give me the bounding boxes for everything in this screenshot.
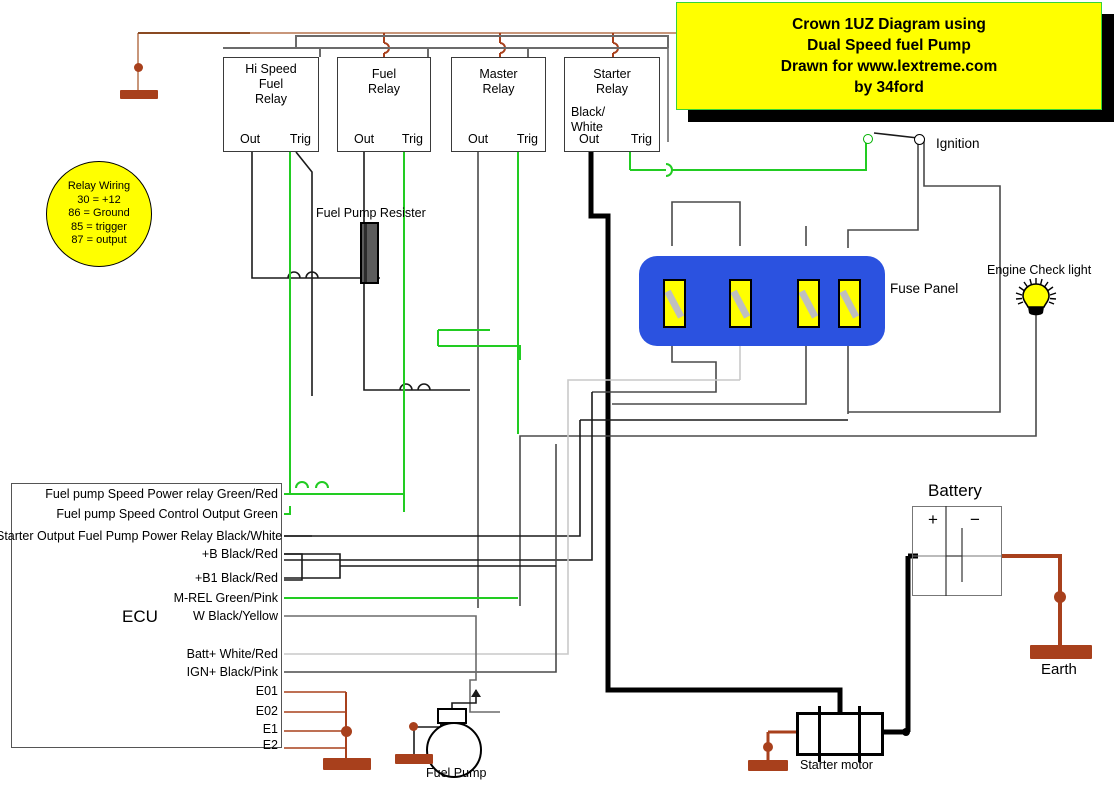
relay-master-label-1: Master: [479, 67, 518, 81]
ignition-terminal-right-icon[interactable]: [914, 134, 925, 145]
earth-label: Earth: [1041, 661, 1077, 678]
ecu-pin-fuel-pump-speed-control-output: Fuel pump Speed Control Output Green: [56, 507, 278, 521]
relay-starter-wire-color-1: Black/: [571, 105, 606, 119]
fuel-pump-ground-node-dot: [409, 722, 418, 731]
ecu-pin-e1: E1: [262, 722, 278, 736]
relay-starter-out-port: Out: [579, 132, 600, 146]
relay-wiring-legend: Relay Wiring 30 = +12 86 = Ground 85 = t…: [46, 161, 152, 267]
title-card: Crown 1UZ Diagram using Dual Speed fuel …: [676, 2, 1102, 110]
wiring-diagram-canvas: Crown 1UZ Diagram using Dual Speed fuel …: [0, 0, 1114, 786]
relay-hi-speed-fuel-label-3: Relay: [255, 92, 287, 106]
fuel-pump-label: Fuel Pump: [426, 766, 487, 780]
ignition-terminal-left-icon[interactable]: [863, 134, 873, 144]
fuse-2[interactable]: [729, 279, 752, 328]
relay-fuel-trig-port: Trig: [401, 132, 423, 146]
relay-fuel-out-port: Out: [354, 132, 375, 146]
legend-line-2: 30 = +12: [77, 193, 121, 206]
ecu-ground-symbol: [323, 758, 371, 770]
legend-line-1: Relay Wiring: [67, 180, 131, 193]
relay-hi-speed-fuel-out-port: Out: [240, 132, 261, 146]
ecu-pin-m-rel-green-pink: M-REL Green/Pink: [173, 591, 278, 605]
ecu-pin-w-black-yellow: W Black/Yellow: [193, 609, 278, 623]
fuel-pump-ground-symbol: [395, 754, 433, 764]
ecu-pin-e01: E01: [255, 684, 278, 698]
title-line-3: Drawn for www.lextreme.com: [780, 58, 998, 75]
fuel-pump-resister-label: Fuel Pump Resister: [316, 206, 426, 220]
title-line-1: Crown 1UZ Diagram using: [792, 16, 986, 33]
relay-master[interactable]: Master Relay Out Trig: [451, 57, 546, 152]
relay-master-out-port: Out: [468, 132, 489, 146]
relay-fuel-label-1: Fuel: [371, 67, 397, 81]
relay-master-label-2: Relay: [482, 82, 515, 96]
fuse-1[interactable]: [663, 279, 686, 328]
starter-motor-brush-2: [858, 706, 861, 762]
ground-symbol-topleft: [120, 90, 158, 99]
starter-motor-brush-1: [818, 706, 821, 762]
relay-starter-label-1: Starter: [593, 67, 631, 81]
relay-starter-trig-port: Trig: [630, 132, 652, 146]
ecu-pin-b1-black-red: +B1 Black/Red: [194, 571, 278, 585]
relay-hi-speed-fuel-label-1: Hi Speed: [245, 62, 297, 76]
relay-hi-speed-fuel[interactable]: Hi Speed Fuel Relay Out Trig: [223, 57, 319, 152]
relay-fuel-label-2: Relay: [368, 82, 400, 96]
battery-label: Battery: [928, 481, 982, 500]
earth-node-dot: [1054, 591, 1066, 603]
legend-line-5: 87 = output: [71, 234, 127, 247]
relay-fuel[interactable]: Fuel Relay Out Trig: [337, 57, 431, 152]
legend-line-3: 86 = Ground: [68, 207, 130, 220]
battery-negative-terminal-label: −: [970, 510, 980, 529]
fuel-pump-resister: [360, 222, 379, 284]
ecu-pin-ign-plus-black-pink: IGN+ Black/Pink: [186, 665, 278, 679]
battery-internal-symbol-icon: [912, 506, 1002, 596]
engine-check-light-bulb-icon: [1015, 278, 1057, 316]
battery-positive-terminal-label: +: [928, 510, 938, 529]
relay-starter-label-2: Relay: [596, 82, 628, 96]
ecu-pin-e02: E02: [255, 704, 278, 718]
engine-check-light-label: Engine Check light: [987, 263, 1092, 277]
fuel-pump-outlet-cap: [437, 708, 467, 724]
starter-motor-ground-node-dot: [763, 742, 773, 752]
relay-hi-speed-fuel-label-2: Fuel: [258, 77, 284, 91]
ecu-pin-starter-output-fuel-pump-power-relay: Starter Output Fuel Pump Power Relay Bla…: [0, 529, 283, 543]
title-line-4: by 34ford: [854, 79, 924, 96]
fuse-panel-label: Fuse Panel: [890, 281, 959, 296]
starter-motor-ground-symbol: [748, 760, 788, 771]
earth-ground-symbol: [1030, 645, 1092, 659]
title-line-2: Dual Speed fuel Pump: [807, 37, 971, 54]
ecu-pin-fuel-pump-speed-power-relay: Fuel pump Speed Power relay Green/Red: [45, 487, 278, 501]
starter-motor-label: Starter motor: [800, 758, 873, 772]
legend-line-4: 85 = trigger: [71, 220, 127, 233]
relay-starter[interactable]: Starter Relay Black/ White Out Trig: [564, 57, 660, 152]
relay-hi-speed-fuel-trig-port: Trig: [289, 132, 311, 146]
ecu-pin-e2: E2: [262, 738, 278, 752]
fuse-3[interactable]: [797, 279, 820, 328]
ecu-pin-b-black-red: +B Black/Red: [201, 547, 278, 561]
fuse-4[interactable]: [838, 279, 861, 328]
ground-node-dot-topleft: [134, 63, 143, 72]
relay-master-trig-port: Trig: [516, 132, 538, 146]
ecu-pin-batt-plus-white-red: Batt+ White/Red: [186, 647, 278, 661]
starter-motor-body: [796, 712, 884, 756]
ignition-label: Ignition: [936, 136, 980, 151]
ecu-ground-bus-node-dot: [341, 726, 352, 737]
